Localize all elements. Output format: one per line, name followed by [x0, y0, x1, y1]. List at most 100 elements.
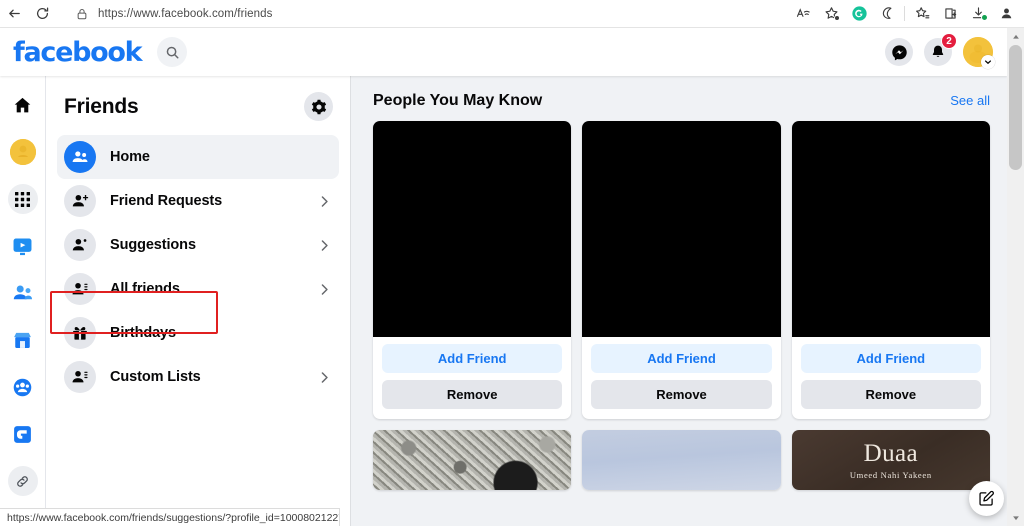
url-text: https://www.facebook.com/friends [98, 7, 273, 20]
gear-icon[interactable] [304, 92, 333, 121]
person-photo [791, 121, 990, 337]
person-card[interactable]: Add Friend Remove [582, 121, 781, 419]
facebook-header: facebook 2 [0, 28, 1007, 76]
chevron-right-icon [317, 194, 332, 209]
rail-item-video[interactable] [8, 231, 38, 261]
chevron-right-icon [317, 238, 332, 253]
sidebar-item-birthdays[interactable]: Birthdays [57, 311, 339, 355]
people-card-grid-row2: Duaa Umeed Nahi Yakeen [373, 430, 990, 490]
person-card[interactable]: Add Friend Remove [373, 121, 572, 419]
sidebar-item-label: Suggestions [110, 237, 196, 253]
people-card-grid: Add Friend Remove Add Friend Remove Add … [373, 121, 990, 419]
rail-item-menu[interactable] [7, 184, 38, 214]
avatar-icon [9, 139, 36, 165]
person-add-icon [64, 185, 96, 217]
sidebar-item-label: Custom Lists [110, 369, 201, 385]
add-friend-button[interactable]: Add Friend [382, 344, 563, 373]
rail-item-gaming[interactable] [8, 419, 38, 449]
scrollbar-thumb[interactable] [1009, 45, 1022, 170]
browser-toolbar: https://www.facebook.com/friends [0, 0, 1024, 28]
scroll-up-arrow-icon[interactable] [1007, 28, 1024, 45]
person-photo [373, 430, 572, 490]
reload-button[interactable] [28, 3, 56, 25]
person-card[interactable] [373, 430, 572, 490]
add-friend-button[interactable]: Add Friend [800, 344, 981, 373]
header-actions: 2 [885, 33, 1007, 69]
photo-title: Duaa [863, 439, 918, 467]
favorite-added-dot [834, 14, 840, 21]
person-card-actions: Add Friend Remove [373, 337, 571, 419]
downloads-icon[interactable] [964, 3, 992, 25]
sidebar-item-label: Friend Requests [110, 193, 223, 209]
page-scrollbar[interactable] [1007, 28, 1024, 526]
person-card[interactable]: Add Friend Remove [791, 121, 990, 419]
friends-sidebar: Friends Home Friend Requests Suggestions… [46, 76, 351, 526]
remove-button[interactable]: Remove [382, 380, 563, 409]
sidebar-item-all-friends[interactable]: All friends [57, 267, 339, 311]
person-card-actions: Add Friend Remove [792, 337, 990, 419]
sidebar-item-custom-lists[interactable]: Custom Lists [57, 355, 339, 399]
notification-badge: 2 [941, 33, 957, 49]
chevron-right-icon [317, 282, 332, 297]
status-bar-url: https://www.facebook.com/friends/suggest… [0, 508, 340, 526]
rail-item-marketplace[interactable] [8, 325, 38, 355]
browser-essentials-icon[interactable] [873, 3, 901, 25]
toolbar-divider [904, 6, 905, 21]
scroll-down-arrow-icon[interactable] [1007, 509, 1024, 526]
back-button[interactable] [0, 3, 28, 25]
chevron-down-icon [981, 55, 995, 69]
person-card-actions: Add Friend Remove [582, 337, 780, 419]
sidebar-item-home[interactable]: Home [57, 135, 339, 179]
left-icon-rail [0, 76, 46, 526]
sidebar-item-label: All friends [110, 281, 180, 297]
collections-icon[interactable] [936, 3, 964, 25]
messenger-icon[interactable] [885, 38, 913, 66]
favorites-icon[interactable] [908, 3, 936, 25]
add-favorite-icon[interactable] [817, 3, 845, 25]
section-title: People You May Know [373, 92, 543, 109]
sidebar-header: Friends [57, 88, 339, 135]
sidebar-item-label: Birthdays [110, 325, 176, 341]
rail-item-groups[interactable] [8, 372, 38, 402]
search-icon[interactable] [157, 37, 188, 67]
rail-item-friends[interactable] [8, 278, 38, 308]
person-photo: Duaa Umeed Nahi Yakeen [791, 430, 990, 490]
sidebar-item-label: Home [110, 149, 150, 165]
page-title: Friends [64, 94, 139, 118]
notifications-bell-icon[interactable]: 2 [924, 33, 957, 66]
gift-icon [64, 317, 96, 349]
see-all-link[interactable]: See all [950, 93, 990, 108]
rail-item-profile[interactable] [8, 137, 38, 167]
person-photo [582, 430, 781, 490]
add-friend-button[interactable]: Add Friend [591, 344, 772, 373]
facebook-logo[interactable]: facebook [13, 37, 143, 68]
chevron-right-icon [317, 370, 332, 385]
friends-filled-icon [64, 141, 96, 173]
section-header: People You May Know See all [373, 92, 990, 121]
lock-icon [75, 7, 89, 21]
compose-icon[interactable] [969, 481, 1004, 516]
sidebar-item-suggestions[interactable]: Suggestions [57, 223, 339, 267]
remove-button[interactable]: Remove [800, 380, 981, 409]
rail-item-home[interactable] [8, 90, 38, 120]
account-avatar[interactable] [963, 37, 995, 69]
photo-subtitle: Umeed Nahi Yakeen [849, 469, 932, 480]
browser-window: https://www.facebook.com/friends faceboo… [0, 0, 1024, 526]
person-suggest-icon [64, 229, 96, 261]
person-list-icon [64, 273, 96, 305]
person-photo [373, 121, 572, 337]
download-complete-dot [981, 13, 988, 21]
browser-toolbar-icons [789, 3, 1024, 25]
grammarly-extension-icon[interactable] [845, 3, 873, 25]
rail-item-link[interactable] [7, 466, 38, 496]
person-card[interactable]: Duaa Umeed Nahi Yakeen [791, 430, 990, 490]
remove-button[interactable]: Remove [591, 380, 772, 409]
browser-profile-icon[interactable] [992, 3, 1020, 25]
address-bar[interactable]: https://www.facebook.com/friends [64, 2, 785, 25]
main-content: People You May Know See all Add Friend R… [351, 76, 1007, 526]
person-list-icon [64, 361, 96, 393]
read-aloud-icon[interactable] [789, 3, 817, 25]
person-photo [582, 121, 781, 337]
sidebar-item-friend-requests[interactable]: Friend Requests [57, 179, 339, 223]
person-card[interactable] [582, 430, 781, 490]
